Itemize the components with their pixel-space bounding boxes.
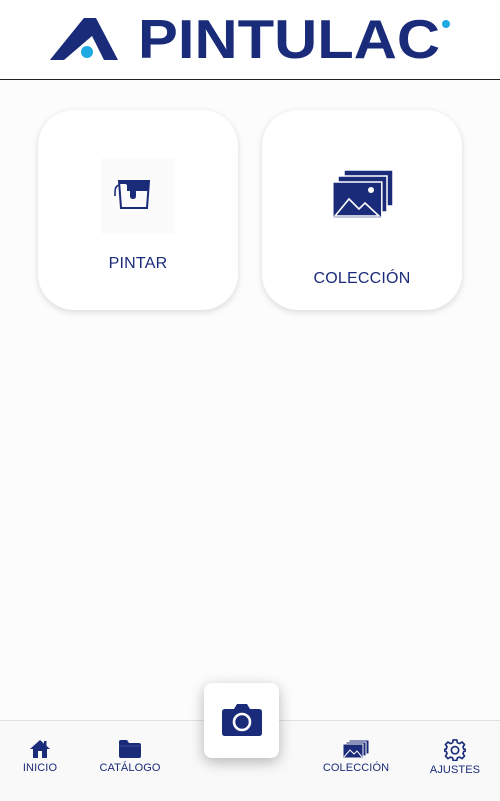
folder-icon <box>119 740 141 758</box>
camera-button[interactable] <box>204 683 279 758</box>
brand-name: PINTULAC <box>138 14 440 64</box>
nav-label-catalogo: CATÁLOGO <box>99 762 161 774</box>
nav-label-inicio: INICIO <box>22 762 58 774</box>
gallery-icon <box>342 739 370 759</box>
nav-item-catalogo[interactable]: CATÁLOGO <box>85 739 175 789</box>
home-icon <box>30 740 50 758</box>
pintar-card[interactable]: PINTAR <box>38 110 238 310</box>
gallery-icon <box>332 169 394 219</box>
nav-label-coleccion: COLECCIÓN <box>322 762 390 774</box>
nav-item-coleccion[interactable]: COLECCIÓN <box>311 739 401 789</box>
app-header: PINTULAC <box>0 0 500 80</box>
camera-icon <box>222 704 262 736</box>
nav-item-inicio[interactable]: INICIO <box>0 739 85 789</box>
nav-item-ajustes[interactable]: AJUSTES <box>410 739 500 789</box>
coleccion-label: COLECCIÓN <box>313 270 411 287</box>
brand-logo: PINTULAC <box>50 14 450 64</box>
gear-icon <box>444 739 466 761</box>
nav-label-ajustes: AJUSTES <box>429 764 481 776</box>
coleccion-card[interactable]: COLECCIÓN <box>262 110 462 310</box>
pintar-label: PINTAR <box>108 255 168 272</box>
paint-bucket-icon <box>101 158 175 234</box>
